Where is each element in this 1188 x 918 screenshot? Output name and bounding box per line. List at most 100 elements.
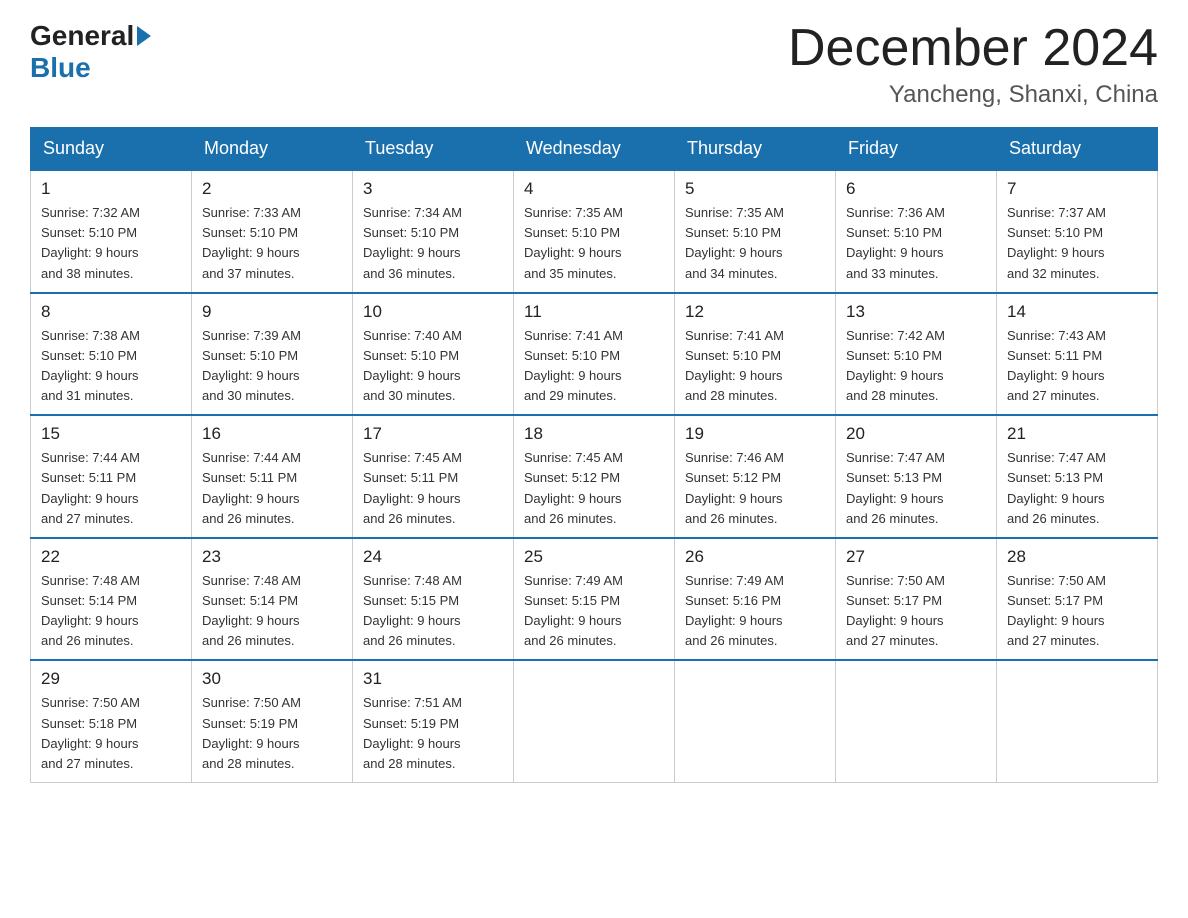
calendar-cell: 25 Sunrise: 7:49 AMSunset: 5:15 PMDaylig… (514, 538, 675, 661)
day-info: Sunrise: 7:50 AMSunset: 5:17 PMDaylight:… (846, 571, 986, 652)
day-number: 1 (41, 179, 181, 199)
calendar-cell: 7 Sunrise: 7:37 AMSunset: 5:10 PMDayligh… (997, 170, 1158, 293)
calendar-cell: 22 Sunrise: 7:48 AMSunset: 5:14 PMDaylig… (31, 538, 192, 661)
day-number: 31 (363, 669, 503, 689)
day-info: Sunrise: 7:48 AMSunset: 5:15 PMDaylight:… (363, 571, 503, 652)
calendar-cell: 6 Sunrise: 7:36 AMSunset: 5:10 PMDayligh… (836, 170, 997, 293)
day-info: Sunrise: 7:49 AMSunset: 5:15 PMDaylight:… (524, 571, 664, 652)
calendar-cell: 24 Sunrise: 7:48 AMSunset: 5:15 PMDaylig… (353, 538, 514, 661)
calendar-cell: 15 Sunrise: 7:44 AMSunset: 5:11 PMDaylig… (31, 415, 192, 538)
calendar-cell: 29 Sunrise: 7:50 AMSunset: 5:18 PMDaylig… (31, 660, 192, 782)
day-info: Sunrise: 7:46 AMSunset: 5:12 PMDaylight:… (685, 448, 825, 529)
day-info: Sunrise: 7:33 AMSunset: 5:10 PMDaylight:… (202, 203, 342, 284)
day-number: 9 (202, 302, 342, 322)
day-number: 15 (41, 424, 181, 444)
day-number: 3 (363, 179, 503, 199)
day-info: Sunrise: 7:44 AMSunset: 5:11 PMDaylight:… (41, 448, 181, 529)
calendar-cell: 1 Sunrise: 7:32 AMSunset: 5:10 PMDayligh… (31, 170, 192, 293)
calendar-cell: 9 Sunrise: 7:39 AMSunset: 5:10 PMDayligh… (192, 293, 353, 416)
calendar-cell: 20 Sunrise: 7:47 AMSunset: 5:13 PMDaylig… (836, 415, 997, 538)
day-info: Sunrise: 7:35 AMSunset: 5:10 PMDaylight:… (685, 203, 825, 284)
day-number: 8 (41, 302, 181, 322)
day-number: 22 (41, 547, 181, 567)
title-block: December 2024 Yancheng, Shanxi, China (788, 20, 1158, 109)
calendar-week-row: 29 Sunrise: 7:50 AMSunset: 5:18 PMDaylig… (31, 660, 1158, 782)
calendar-cell: 5 Sunrise: 7:35 AMSunset: 5:10 PMDayligh… (675, 170, 836, 293)
calendar-cell: 31 Sunrise: 7:51 AMSunset: 5:19 PMDaylig… (353, 660, 514, 782)
day-info: Sunrise: 7:32 AMSunset: 5:10 PMDaylight:… (41, 203, 181, 284)
day-number: 23 (202, 547, 342, 567)
logo-arrow-icon (137, 26, 151, 46)
day-info: Sunrise: 7:47 AMSunset: 5:13 PMDaylight:… (1007, 448, 1147, 529)
calendar-header-thursday: Thursday (675, 128, 836, 171)
calendar-cell: 14 Sunrise: 7:43 AMSunset: 5:11 PMDaylig… (997, 293, 1158, 416)
day-info: Sunrise: 7:35 AMSunset: 5:10 PMDaylight:… (524, 203, 664, 284)
calendar-cell: 17 Sunrise: 7:45 AMSunset: 5:11 PMDaylig… (353, 415, 514, 538)
day-number: 16 (202, 424, 342, 444)
calendar-week-row: 22 Sunrise: 7:48 AMSunset: 5:14 PMDaylig… (31, 538, 1158, 661)
day-info: Sunrise: 7:36 AMSunset: 5:10 PMDaylight:… (846, 203, 986, 284)
calendar-cell (836, 660, 997, 782)
page-header: General Blue December 2024 Yancheng, Sha… (30, 20, 1158, 109)
day-info: Sunrise: 7:49 AMSunset: 5:16 PMDaylight:… (685, 571, 825, 652)
day-number: 19 (685, 424, 825, 444)
day-info: Sunrise: 7:48 AMSunset: 5:14 PMDaylight:… (41, 571, 181, 652)
calendar-cell: 23 Sunrise: 7:48 AMSunset: 5:14 PMDaylig… (192, 538, 353, 661)
calendar-header-monday: Monday (192, 128, 353, 171)
calendar-week-row: 15 Sunrise: 7:44 AMSunset: 5:11 PMDaylig… (31, 415, 1158, 538)
day-number: 17 (363, 424, 503, 444)
day-info: Sunrise: 7:50 AMSunset: 5:19 PMDaylight:… (202, 693, 342, 774)
calendar-cell: 27 Sunrise: 7:50 AMSunset: 5:17 PMDaylig… (836, 538, 997, 661)
day-number: 29 (41, 669, 181, 689)
calendar-cell: 10 Sunrise: 7:40 AMSunset: 5:10 PMDaylig… (353, 293, 514, 416)
day-number: 21 (1007, 424, 1147, 444)
day-info: Sunrise: 7:48 AMSunset: 5:14 PMDaylight:… (202, 571, 342, 652)
day-info: Sunrise: 7:45 AMSunset: 5:11 PMDaylight:… (363, 448, 503, 529)
calendar-header-sunday: Sunday (31, 128, 192, 171)
day-number: 26 (685, 547, 825, 567)
calendar-cell: 8 Sunrise: 7:38 AMSunset: 5:10 PMDayligh… (31, 293, 192, 416)
logo-general-text: General (30, 20, 134, 52)
day-number: 6 (846, 179, 986, 199)
day-number: 18 (524, 424, 664, 444)
day-info: Sunrise: 7:47 AMSunset: 5:13 PMDaylight:… (846, 448, 986, 529)
day-number: 11 (524, 302, 664, 322)
day-number: 5 (685, 179, 825, 199)
day-number: 25 (524, 547, 664, 567)
calendar-cell: 19 Sunrise: 7:46 AMSunset: 5:12 PMDaylig… (675, 415, 836, 538)
day-info: Sunrise: 7:42 AMSunset: 5:10 PMDaylight:… (846, 326, 986, 407)
day-number: 24 (363, 547, 503, 567)
calendar-header-tuesday: Tuesday (353, 128, 514, 171)
location-title: Yancheng, Shanxi, China (788, 81, 1158, 109)
calendar-cell: 13 Sunrise: 7:42 AMSunset: 5:10 PMDaylig… (836, 293, 997, 416)
day-info: Sunrise: 7:51 AMSunset: 5:19 PMDaylight:… (363, 693, 503, 774)
calendar-cell: 30 Sunrise: 7:50 AMSunset: 5:19 PMDaylig… (192, 660, 353, 782)
day-number: 30 (202, 669, 342, 689)
day-info: Sunrise: 7:37 AMSunset: 5:10 PMDaylight:… (1007, 203, 1147, 284)
day-info: Sunrise: 7:44 AMSunset: 5:11 PMDaylight:… (202, 448, 342, 529)
calendar-cell: 18 Sunrise: 7:45 AMSunset: 5:12 PMDaylig… (514, 415, 675, 538)
calendar-cell: 11 Sunrise: 7:41 AMSunset: 5:10 PMDaylig… (514, 293, 675, 416)
day-info: Sunrise: 7:41 AMSunset: 5:10 PMDaylight:… (524, 326, 664, 407)
day-info: Sunrise: 7:50 AMSunset: 5:18 PMDaylight:… (41, 693, 181, 774)
calendar-week-row: 1 Sunrise: 7:32 AMSunset: 5:10 PMDayligh… (31, 170, 1158, 293)
day-number: 10 (363, 302, 503, 322)
calendar-header-friday: Friday (836, 128, 997, 171)
day-number: 14 (1007, 302, 1147, 322)
calendar-cell: 2 Sunrise: 7:33 AMSunset: 5:10 PMDayligh… (192, 170, 353, 293)
calendar-cell: 26 Sunrise: 7:49 AMSunset: 5:16 PMDaylig… (675, 538, 836, 661)
day-number: 13 (846, 302, 986, 322)
day-info: Sunrise: 7:40 AMSunset: 5:10 PMDaylight:… (363, 326, 503, 407)
calendar-header-saturday: Saturday (997, 128, 1158, 171)
calendar-cell (997, 660, 1158, 782)
day-number: 2 (202, 179, 342, 199)
day-info: Sunrise: 7:38 AMSunset: 5:10 PMDaylight:… (41, 326, 181, 407)
day-number: 28 (1007, 547, 1147, 567)
calendar-cell (514, 660, 675, 782)
day-info: Sunrise: 7:34 AMSunset: 5:10 PMDaylight:… (363, 203, 503, 284)
day-number: 20 (846, 424, 986, 444)
logo: General Blue (30, 20, 154, 84)
day-info: Sunrise: 7:45 AMSunset: 5:12 PMDaylight:… (524, 448, 664, 529)
calendar-week-row: 8 Sunrise: 7:38 AMSunset: 5:10 PMDayligh… (31, 293, 1158, 416)
day-info: Sunrise: 7:50 AMSunset: 5:17 PMDaylight:… (1007, 571, 1147, 652)
